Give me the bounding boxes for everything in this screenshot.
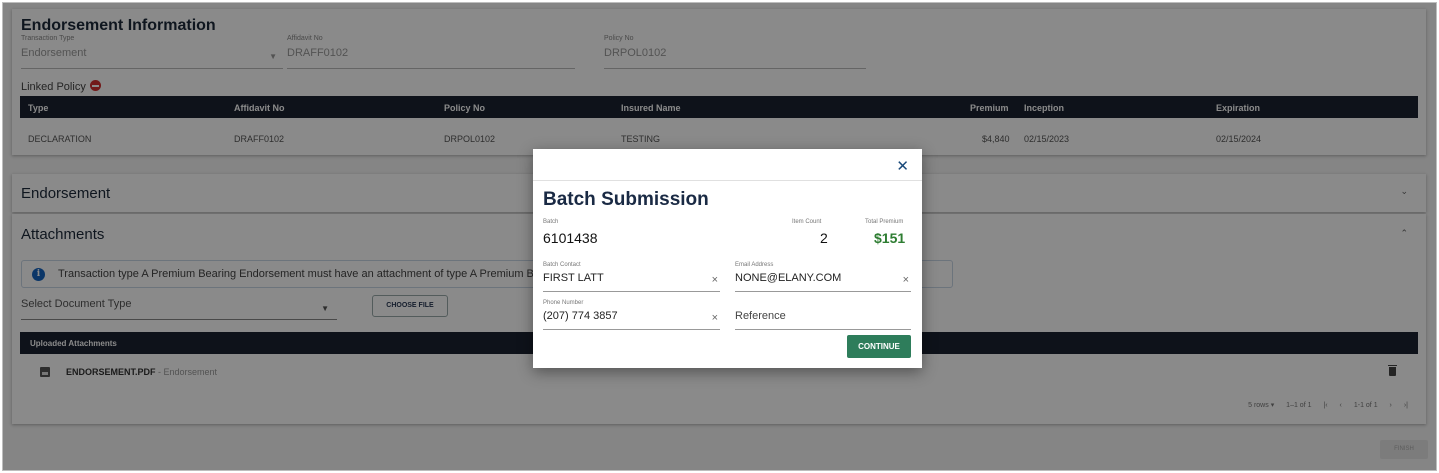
clear-icon[interactable]: × [903, 274, 909, 286]
batch-contact-value: FIRST LATT [543, 272, 604, 284]
email-value: NONE@ELANY.COM [735, 272, 842, 284]
clear-icon[interactable]: × [712, 274, 718, 286]
batch-label: Batch [543, 219, 559, 225]
app-frame: Endorsement Information Transaction Type… [2, 2, 1437, 471]
dialog-title: Batch Submission [543, 189, 709, 210]
phone-number-field[interactable]: Phone Number (207) 774 3857 × [543, 300, 720, 330]
clear-icon[interactable]: × [712, 312, 718, 324]
close-icon[interactable]: ✕ [896, 157, 909, 175]
total-premium-value: $151 [874, 230, 906, 246]
batch-submission-dialog: ✕ Batch Submission Batch 6101438 Item Co… [533, 149, 922, 368]
item-count-label: Item Count [792, 219, 822, 225]
batch-contact-field[interactable]: Batch Contact FIRST LATT × [543, 262, 720, 292]
batch-contact-label: Batch Contact [543, 262, 581, 268]
phone-number-value: (207) 774 3857 [543, 310, 618, 322]
total-premium-label: Total Premium [865, 219, 904, 225]
item-count-value: 2 [820, 230, 828, 246]
reference-placeholder: Reference [735, 310, 786, 322]
dialog-divider [533, 180, 922, 181]
email-field[interactable]: Email Address NONE@ELANY.COM × [735, 262, 911, 292]
email-label: Email Address [735, 262, 774, 268]
batch-value: 6101438 [543, 230, 598, 246]
reference-field[interactable]: Reference [735, 300, 911, 330]
continue-button[interactable]: CONTINUE [847, 335, 911, 358]
phone-number-label: Phone Number [543, 300, 584, 306]
page: Endorsement Information Transaction Type… [3, 3, 1436, 470]
